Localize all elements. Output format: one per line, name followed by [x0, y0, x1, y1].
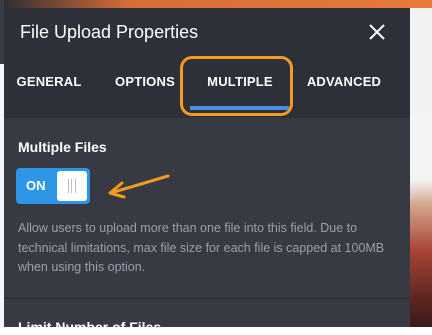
arrow-icon	[108, 174, 170, 199]
multiple-files-title: Multiple Files	[18, 139, 107, 155]
tab-general[interactable]: GENERAL	[4, 58, 94, 118]
multiple-files-toggle[interactable]: ON	[16, 168, 90, 204]
section-divider	[4, 298, 410, 299]
grip-icon	[68, 179, 76, 193]
toggle-knob	[57, 171, 87, 201]
panel-header: File Upload Properties	[4, 8, 410, 58]
panel-title: File Upload Properties	[20, 22, 199, 42]
desktop-top-strip	[0, 0, 432, 8]
limit-number-of-files-title: Limit Number of Files	[18, 319, 162, 335]
desktop-wallpaper	[410, 0, 432, 327]
close-button[interactable]	[366, 21, 388, 43]
toggle-state-label: ON	[26, 178, 46, 193]
close-icon	[369, 24, 385, 40]
tab-options[interactable]: OPTIONS	[102, 58, 188, 118]
annotation-highlight-box	[180, 56, 293, 116]
multiple-files-description: Allow users to upload more than one file…	[18, 221, 385, 274]
tab-advanced[interactable]: ADVANCED	[296, 58, 392, 118]
